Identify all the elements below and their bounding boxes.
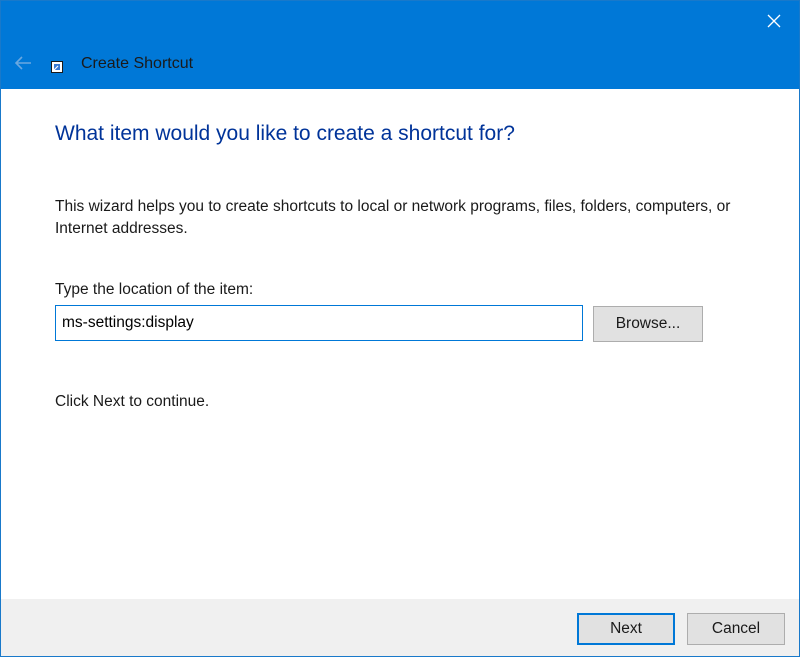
browse-button[interactable]: Browse... — [593, 306, 703, 342]
location-input[interactable] — [55, 305, 583, 341]
footer-bar — [1, 599, 799, 656]
close-button[interactable] — [749, 1, 799, 41]
continue-instruction: Click Next to continue. — [55, 393, 210, 410]
close-icon — [767, 14, 781, 28]
window-title: Create Shortcut — [81, 55, 194, 72]
back-button[interactable] — [9, 49, 37, 77]
title-bar: Create Shortcut — [1, 1, 799, 89]
page-heading: What item would you like to create a sho… — [55, 122, 515, 145]
next-button[interactable]: Next — [577, 613, 675, 645]
location-label: Type the location of the item: — [55, 281, 254, 298]
shortcut-app-icon — [51, 61, 63, 73]
cancel-button[interactable]: Cancel — [687, 613, 785, 645]
back-arrow-icon — [14, 56, 31, 70]
create-shortcut-window: Create Shortcut What item would you like… — [0, 0, 800, 657]
wizard-description: This wizard helps you to create shortcut… — [55, 198, 731, 237]
